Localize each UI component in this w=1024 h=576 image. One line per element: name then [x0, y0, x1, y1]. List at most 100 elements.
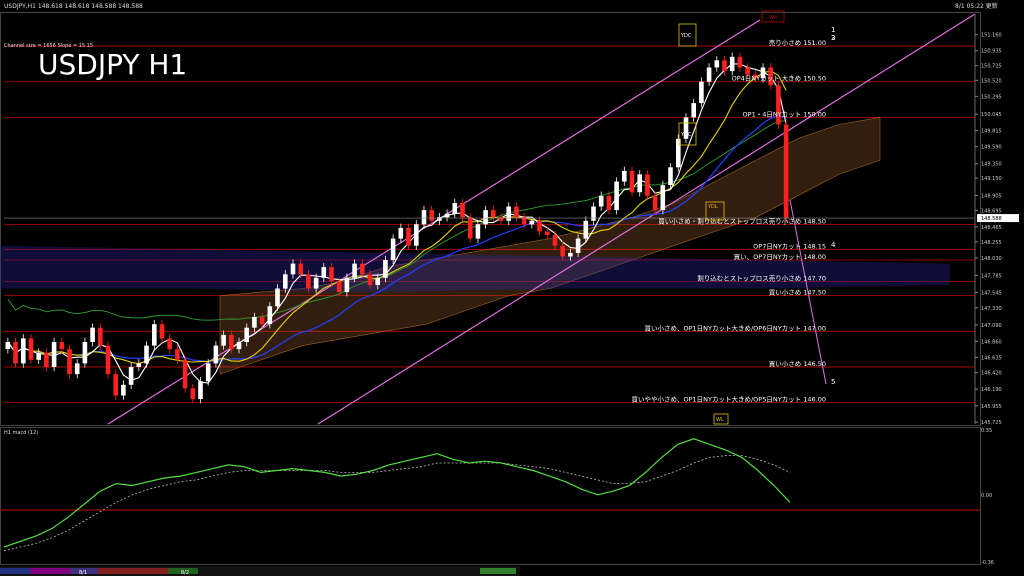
- symbol-line: USDJPY,H1 148.618 148.618 148.588 148.58…: [4, 3, 143, 10]
- candle-body: [229, 334, 234, 350]
- level-marker-5: 5: [831, 378, 835, 386]
- annotation-text: 買い小さめ、OP1日NYカット大きめ/OP6日NYカット 147.00: [644, 323, 826, 332]
- candle-body: [367, 274, 373, 285]
- candle-body: [90, 327, 95, 342]
- candle-body: [313, 277, 319, 289]
- candle-body: [98, 327, 103, 346]
- price-tick-label: 148.255: [981, 240, 1002, 246]
- candle-body: [660, 185, 666, 211]
- candle-body: [128, 367, 134, 385]
- macd-tick-label: -0.36: [981, 560, 994, 566]
- price-tick-label: 145.955: [981, 404, 1002, 410]
- candle-body: [267, 306, 273, 325]
- candle-body: [221, 334, 226, 346]
- annotation-text: 割り込むとストップロス売り小さめ 147.70: [697, 273, 826, 282]
- candle-body: [637, 174, 642, 193]
- price-tick-label: 150.725: [981, 64, 1002, 70]
- price-tick-label: 145.725: [981, 420, 1002, 426]
- candle-body: [383, 260, 388, 278]
- price-tick-label: 148.030: [981, 256, 1002, 262]
- tab-label-1: 8/1: [79, 570, 87, 576]
- current-price-label: 148.588: [981, 216, 1002, 222]
- annotation-text: 買い小さめ・割り込むとストップロス売り小さめ 148.50: [658, 216, 826, 225]
- candle-body: [529, 220, 535, 225]
- candle-body: [444, 213, 450, 218]
- candle-body: [21, 338, 26, 364]
- annotation-text: OP4日NYカット 大きめ 150.50: [732, 74, 826, 83]
- candle-body: [13, 342, 18, 364]
- candle-body: [652, 195, 658, 211]
- candle-body: [491, 210, 496, 218]
- candle-body: [182, 359, 188, 389]
- candle-body: [290, 263, 296, 275]
- candle-body: [460, 203, 465, 218]
- candle-body: [205, 363, 211, 382]
- candle-body: [429, 210, 434, 221]
- candle-body: [283, 274, 288, 289]
- candle-body: [676, 138, 681, 168]
- candle-body: [699, 81, 704, 104]
- candle-body: [390, 238, 396, 260]
- price-tick-label: 148.695: [981, 208, 1002, 214]
- level-marker-3: 3: [831, 34, 835, 42]
- candle-body: [36, 352, 41, 360]
- candle-body: [437, 217, 442, 221]
- candle-body: [737, 56, 743, 68]
- ydl-label: YDL: [707, 204, 718, 210]
- candle-body: [568, 252, 573, 257]
- candle-body: [175, 349, 180, 360]
- candle-body: [598, 195, 604, 207]
- price-tick-label: 149.150: [981, 176, 1002, 182]
- candle-body: [144, 345, 149, 364]
- candle-body: [190, 388, 196, 399]
- price-tick-label: 147.330: [981, 306, 1002, 312]
- price-tick-label: 149.590: [981, 145, 1002, 151]
- big-title: USDJPY H1: [38, 48, 187, 81]
- candle-body: [668, 167, 673, 186]
- tab-bar-4[interactable]: [98, 568, 168, 574]
- candle-body: [575, 238, 581, 253]
- candle-body: [259, 317, 265, 325]
- candle-body: [714, 60, 720, 68]
- candle-body: [406, 227, 411, 246]
- tab-bar-6[interactable]: [480, 568, 516, 574]
- candle-body: [198, 381, 203, 399]
- candle-body: [167, 338, 172, 350]
- update-datetime: 8/1 05:22 更新: [955, 2, 998, 10]
- price-tick-label: 146.860: [981, 339, 1002, 345]
- candle-body: [614, 181, 619, 211]
- candle-body: [252, 317, 257, 328]
- candle-body: [537, 220, 542, 232]
- candle-body: [59, 342, 65, 350]
- macd-label: H1 macd (12): [4, 430, 38, 436]
- candle-body: [344, 277, 350, 293]
- candle-body: [213, 345, 219, 364]
- candle-body: [336, 281, 342, 293]
- annotation-text: OP1・4日NYカット 150.00: [743, 110, 826, 118]
- price-tick-label: 148.465: [981, 225, 1002, 231]
- candle-body: [360, 263, 365, 275]
- candle-body: [375, 277, 380, 285]
- ydc-label-2: YDC: [680, 132, 692, 138]
- candle-body: [591, 206, 596, 221]
- annotation-text: 買い小さめ 146.50: [769, 359, 826, 368]
- candle-body: [560, 245, 565, 257]
- price-tick-label: 151.160: [981, 33, 1002, 39]
- candle-body: [275, 288, 280, 307]
- candle-body: [352, 263, 357, 278]
- candle-body: [776, 85, 781, 125]
- annotation-text: OP7日NYカット 148.15: [753, 242, 826, 250]
- tab-bar-1[interactable]: [0, 568, 30, 574]
- macd-tick-label: 0.00: [981, 493, 992, 499]
- candle-body: [44, 352, 49, 367]
- candle-body: [113, 374, 118, 396]
- annotation-text: 買い、OP7日NYカット 148.00: [734, 253, 826, 261]
- candle-body: [74, 363, 80, 375]
- tab-bar-2[interactable]: [30, 568, 70, 574]
- candle-body: [622, 170, 627, 182]
- annotation-text: 売り小さめ 151.00: [769, 38, 826, 47]
- price-tick-label: 150.045: [981, 112, 1002, 118]
- candle-body: [82, 342, 88, 364]
- price-tick-label: 149.350: [981, 162, 1002, 168]
- candle-body: [159, 324, 165, 339]
